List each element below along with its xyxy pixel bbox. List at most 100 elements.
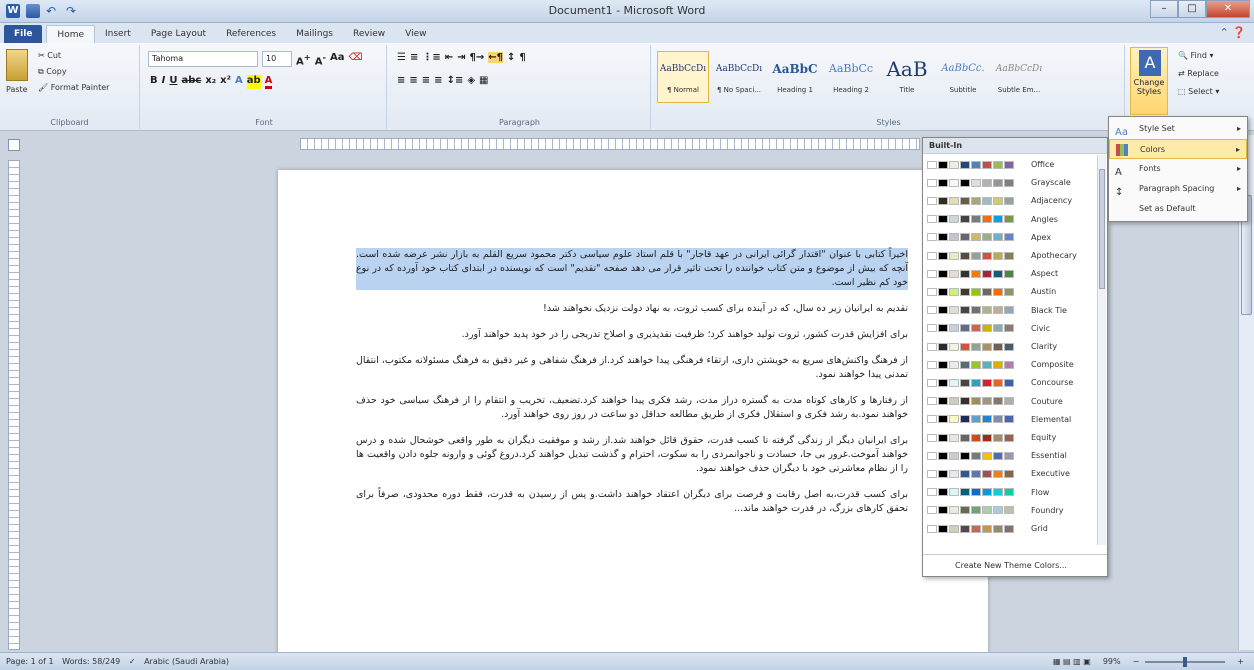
align-right-icon[interactable]: ≡ [422, 75, 430, 86]
tab-review[interactable]: Review [343, 25, 395, 43]
document-body[interactable]: اخیراً کتابی با عنوان "اقتدار گرائی ایرا… [356, 248, 908, 528]
menu-paragraph-spacing[interactable]: ↕ Paragraph Spacing ▸ [1109, 179, 1247, 199]
borders-icon[interactable]: ▦ [479, 75, 488, 86]
align-left-icon[interactable]: ≡ [397, 75, 405, 86]
view-buttons-icon[interactable]: ▦ ▤ ▥ ▣ [1053, 653, 1091, 670]
tab-home[interactable]: Home [46, 25, 95, 43]
find-button[interactable]: 🔍 Find ▾ [1178, 51, 1213, 60]
help-icon[interactable]: ⌃ ❓ [1220, 26, 1246, 39]
theme-row[interactable]: Elemental [927, 411, 1071, 428]
paragraph-selected[interactable]: اخیراً کتابی با عنوان "اقتدار گرائی ایرا… [356, 248, 908, 290]
word-count[interactable]: Words: 58/249 [62, 657, 120, 666]
cut-button[interactable]: ✂ Cut [38, 51, 61, 60]
vertical-ruler[interactable] [8, 160, 20, 650]
theme-row[interactable]: Civic [927, 320, 1050, 337]
style-normal[interactable]: AaBbCcDı ¶ Normal [657, 51, 709, 103]
theme-row[interactable]: Office [927, 156, 1054, 173]
theme-row[interactable]: Black Tie [927, 302, 1067, 319]
paragraph[interactable]: از رفتارها و کارهای کوتاه مدت به گستره د… [356, 394, 908, 422]
menu-fonts[interactable]: A Fonts ▸ [1109, 159, 1247, 179]
change-case-icon[interactable]: Aa [330, 52, 345, 67]
maximize-button[interactable]: □ [1178, 0, 1206, 18]
rtl-icon[interactable]: ←¶ [488, 52, 504, 63]
tab-mailings[interactable]: Mailings [286, 25, 343, 43]
menu-style-set[interactable]: Aa Style Set ▸ [1109, 119, 1247, 139]
horizontal-ruler[interactable] [300, 138, 920, 150]
theme-row[interactable]: Composite [927, 356, 1074, 373]
ruler-toggle-button[interactable] [8, 139, 20, 151]
close-button[interactable]: ✕ [1206, 0, 1250, 18]
bullets-icon[interactable]: ☰ [397, 52, 406, 63]
zoom-out-button[interactable]: − [1133, 653, 1140, 670]
pilcrow-icon[interactable]: ¶ [519, 52, 525, 63]
tab-insert[interactable]: Insert [95, 25, 141, 43]
numbering-icon[interactable]: ≡ [410, 52, 418, 63]
dropdown-scrollbar[interactable] [1097, 155, 1106, 545]
theme-row[interactable]: Equity [927, 429, 1056, 446]
grow-font-icon[interactable]: A+ [296, 52, 311, 67]
select-button[interactable]: ⬚ Select ▾ [1178, 87, 1219, 96]
highlight-icon[interactable]: ab [246, 75, 261, 89]
proofing-icon[interactable]: ✓ [129, 657, 136, 666]
theme-row[interactable]: Aspect [927, 265, 1058, 282]
theme-row[interactable]: Essential [927, 447, 1067, 464]
style-heading-2[interactable]: AaBbCc Heading 2 [825, 51, 877, 103]
bold-icon[interactable]: B [150, 75, 158, 89]
paragraph[interactable]: برای ایرانیان دیگر از زندگی گرفته تا کسب… [356, 434, 908, 476]
menu-colors[interactable]: Colors ▸ [1109, 139, 1247, 159]
style-title[interactable]: AaB Title [881, 51, 933, 103]
tab-page-layout[interactable]: Page Layout [141, 25, 216, 43]
copy-button[interactable]: ⧉ Copy [38, 67, 67, 77]
menu-set-as-default[interactable]: Set as Default [1109, 199, 1247, 219]
superscript-icon[interactable]: x² [220, 75, 231, 89]
theme-row[interactable]: Grayscale [927, 174, 1071, 191]
theme-row[interactable]: Foundry [927, 502, 1063, 519]
paragraph[interactable]: از فرهنگ واکنش‌های سریع به خویشتن داری، … [356, 354, 908, 382]
multilevel-list-icon[interactable]: ⋮≡ [422, 52, 440, 63]
theme-row[interactable]: Executive [927, 465, 1070, 482]
clear-formatting-icon[interactable]: ⌫ [348, 52, 362, 67]
font-color-icon[interactable]: A [264, 75, 273, 89]
paragraph[interactable]: برای کسب قدرت،به اصل رقابت و فرصت برای د… [356, 488, 908, 516]
justify-icon[interactable]: ≡ [434, 75, 442, 86]
ltr-icon[interactable]: ¶→ [470, 52, 485, 63]
tab-references[interactable]: References [216, 25, 286, 43]
style-no-spacing[interactable]: AaBbCcDı ¶ No Spaci... [713, 51, 765, 103]
theme-row[interactable]: Adjacency [927, 192, 1072, 209]
change-styles-button[interactable]: A Change Styles [1130, 47, 1168, 115]
theme-row[interactable]: Grid [927, 520, 1048, 537]
zoom-slider[interactable] [1145, 656, 1226, 667]
replace-button[interactable]: ⇄ Replace [1178, 69, 1219, 78]
minimize-button[interactable]: – [1150, 0, 1178, 18]
page-count[interactable]: Page: 1 of 1 [6, 657, 54, 666]
shrink-font-icon[interactable]: A- [315, 52, 326, 67]
tab-file[interactable]: File [4, 25, 43, 43]
increase-indent-icon[interactable]: ⇥ [457, 52, 465, 63]
subscript-icon[interactable]: x₂ [205, 75, 216, 89]
sort-icon[interactable]: ↕ [507, 52, 515, 63]
theme-row[interactable]: Angles [927, 211, 1058, 228]
style-heading-1[interactable]: AaBbC Heading 1 [769, 51, 821, 103]
decrease-indent-icon[interactable]: ⇤ [445, 52, 453, 63]
theme-row[interactable]: Austin [927, 283, 1056, 300]
theme-row[interactable]: Apothecary [927, 247, 1077, 264]
strikethrough-icon[interactable]: abc [181, 75, 201, 89]
theme-row[interactable]: Couture [927, 393, 1063, 410]
paste-icon[interactable] [6, 49, 28, 81]
theme-row[interactable]: Concourse [927, 374, 1073, 391]
paragraph[interactable]: برای افزایش قدرت کشور، ثروت تولید خواهند… [356, 328, 908, 342]
style-subtle-emphasis[interactable]: AaBbCcDı Subtle Em... [993, 51, 1045, 103]
font-name-combo[interactable]: Tahoma [148, 51, 258, 67]
theme-row[interactable]: Clarity [927, 338, 1057, 355]
shading-icon[interactable]: ◈ [467, 75, 475, 86]
underline-icon[interactable]: U [169, 75, 177, 89]
zoom-in-button[interactable]: + [1237, 653, 1244, 670]
paragraph[interactable]: تقدیم به ایرانیان زیر ده سال، که در آیند… [356, 302, 908, 316]
font-size-combo[interactable]: 10 [262, 51, 292, 67]
style-subtitle[interactable]: AaBbCc. Subtitle [937, 51, 989, 103]
italic-icon[interactable]: I [162, 75, 166, 89]
zoom-level[interactable]: 99% [1103, 653, 1121, 670]
line-spacing-icon[interactable]: ↕≡ [447, 75, 464, 86]
create-new-theme-colors[interactable]: Create New Theme Colors... [923, 554, 1107, 576]
tab-view[interactable]: View [395, 25, 436, 43]
